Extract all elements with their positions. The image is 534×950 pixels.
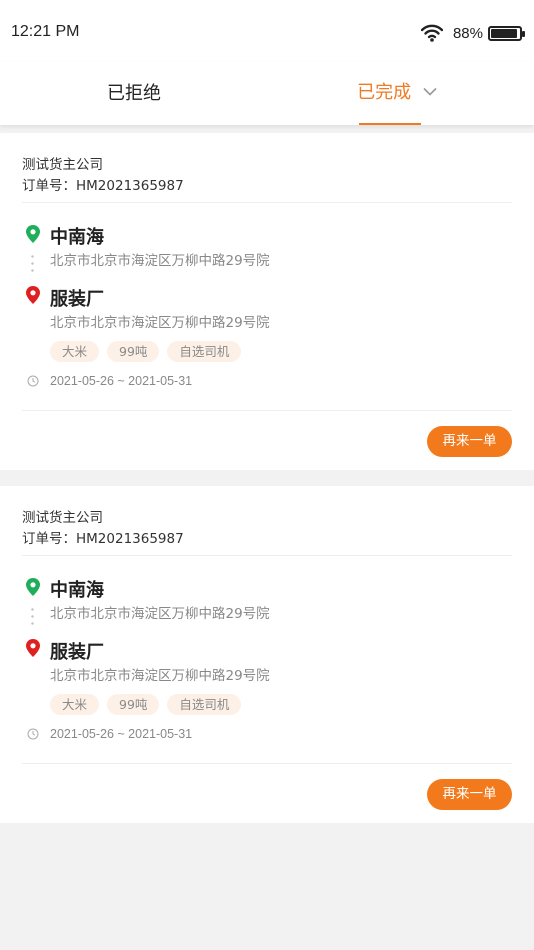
divider [22,202,512,203]
route-dots [31,253,34,275]
company-name: 测试货主公司 [22,510,103,526]
order-status-tabs: 已拒绝 已完成 [0,62,534,125]
start-place-name: 中南海 [50,580,104,601]
end-location-pin-icon [26,286,40,304]
active-tab-indicator [359,123,421,125]
order-number-label: 订单号： [22,178,76,194]
divider [22,410,512,411]
order-card: 测试货主公司 订单号：HM2021365987 中南海 北京市北京市海淀区万柳中… [0,133,534,470]
start-address: 北京市北京市海淀区万柳中路29号院 [50,253,270,269]
company-name: 测试货主公司 [22,157,103,173]
cargo-tag: 大米 [50,341,100,362]
tab-completed-label: 已完成 [357,82,412,103]
order-number: 订单号：HM2021365987 [22,527,184,547]
weight-tag: 99吨 [107,341,160,362]
end-place-name: 服装厂 [50,289,104,310]
date-range: 2021-05-26 ~ 2021-05-31 [50,727,193,741]
order-number: 订单号：HM2021365987 [22,174,184,194]
start-location-pin-icon [26,225,40,243]
divider [22,555,512,556]
end-location-pin-icon [26,639,40,657]
order-number-value: HM2021365987 [76,531,184,547]
clock-icon [27,375,39,387]
battery-percent: 88% [452,24,483,42]
order-card: 测试货主公司 订单号：HM2021365987 中南海 北京市北京市海淀区万柳中… [0,486,534,823]
tab-rejected[interactable]: 已拒绝 [67,62,201,125]
battery-level [491,28,518,38]
start-location-pin-icon [26,578,40,596]
clock-icon [27,728,39,740]
end-place-name: 服装厂 [50,642,104,663]
weight-tag: 99吨 [107,694,160,715]
cargo-tags: 大米 99吨 自选司机 [50,694,242,715]
driver-tag: 自选司机 [167,341,242,362]
end-address: 北京市北京市海淀区万柳中路29号院 [50,315,270,331]
status-time: 12:21 PM [11,23,80,40]
chevron-down-icon [423,87,437,96]
divider [22,763,512,764]
cargo-tag: 大米 [50,694,100,715]
order-number-label: 订单号： [22,531,76,547]
status-icons: 88% [420,23,525,43]
route-dots [31,606,34,628]
order-number-value: HM2021365987 [76,178,184,194]
battery-icon [488,25,525,41]
wifi-icon [420,24,443,42]
start-address: 北京市北京市海淀区万柳中路29号院 [50,606,270,622]
end-address: 北京市北京市海淀区万柳中路29号院 [50,668,270,684]
driver-tag: 自选司机 [167,694,242,715]
cargo-tags: 大米 99吨 自选司机 [50,341,242,362]
reorder-button[interactable]: 再来一单 [427,779,512,810]
start-place-name: 中南海 [50,227,104,248]
date-range: 2021-05-26 ~ 2021-05-31 [50,374,193,388]
status-bar: 12:21 PM 88% [0,0,534,62]
reorder-button[interactable]: 再来一单 [427,426,512,457]
tab-completed[interactable]: 已完成 [342,62,452,125]
